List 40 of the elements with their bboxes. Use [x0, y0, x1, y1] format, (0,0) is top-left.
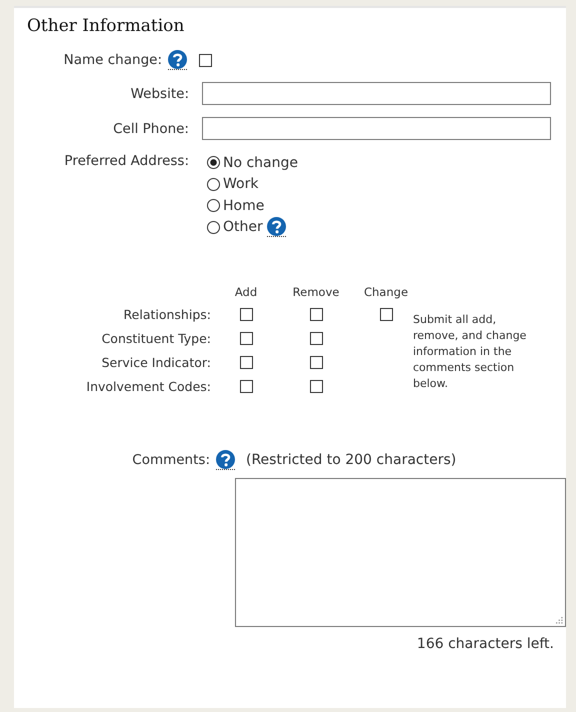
character-counter: 166 characters left. [416, 636, 554, 652]
field-label: Comments: [131, 452, 210, 468]
column-header: Remove [292, 285, 340, 299]
checkbox[interactable] [310, 332, 322, 344]
instruction-text: Submit all add, remove, and change information in the comments section below. [413, 312, 528, 392]
hint-text: (Restricted to 200 characters) [246, 452, 456, 468]
checkbox[interactable] [310, 380, 322, 392]
name-change-checkbox[interactable] [199, 54, 212, 66]
radio-button[interactable] [207, 156, 220, 170]
help-icon[interactable] [216, 450, 235, 470]
option-label[interactable]: Home [223, 198, 264, 214]
option-label[interactable]: Other [223, 219, 263, 236]
text-field[interactable] [202, 117, 551, 140]
field-label: Name change: [62, 52, 162, 68]
checkbox[interactable] [240, 380, 252, 392]
checkbox[interactable] [240, 332, 252, 344]
field-label: Cell Phone: [112, 120, 189, 136]
checkbox[interactable] [310, 356, 322, 368]
row-label: Involvement Codes: [85, 378, 211, 394]
column-header: Change [364, 285, 408, 299]
option-label[interactable]: Work [223, 176, 258, 192]
radio-button[interactable] [207, 178, 220, 191]
radio-button[interactable] [207, 199, 220, 212]
checkbox[interactable] [240, 356, 252, 368]
field-label: Website: [130, 86, 189, 102]
checkbox[interactable] [380, 308, 392, 320]
resize-grip-icon[interactable] [556, 617, 563, 624]
help-icon[interactable] [168, 50, 187, 70]
field-label: Preferred Address: [63, 152, 189, 169]
row-label: Relationships: [122, 306, 211, 322]
help-icon[interactable] [266, 217, 286, 238]
checkbox[interactable] [310, 308, 322, 320]
option-label[interactable]: No change [223, 154, 298, 171]
column-header: Add [234, 285, 258, 299]
checkbox[interactable] [240, 308, 252, 320]
row-label: Constituent Type: [100, 330, 211, 346]
row-label: Service Indicator: [100, 354, 211, 370]
section-title: Other Information [27, 16, 186, 36]
radio-button[interactable] [207, 220, 220, 234]
text-field[interactable] [202, 82, 551, 105]
